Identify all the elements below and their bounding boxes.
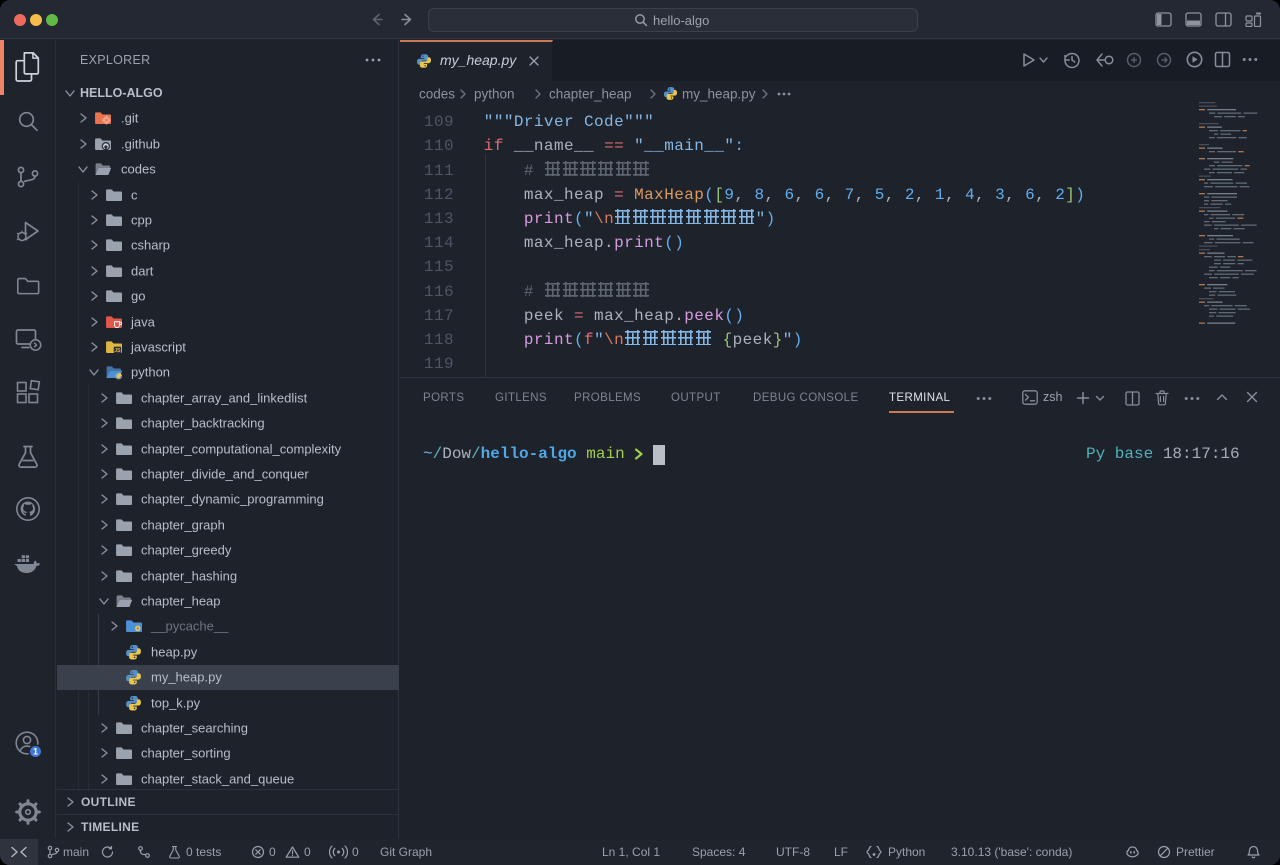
svg-text:1: 1 [33, 747, 38, 757]
svg-text:JS: JS [114, 348, 121, 354]
